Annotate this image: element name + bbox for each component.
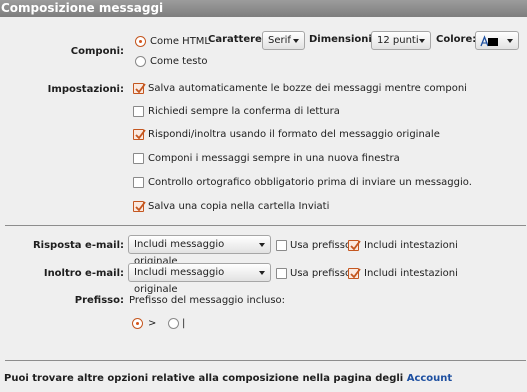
check-icon (135, 201, 146, 212)
footer-description: Puoi trovare altre opzioni relative alla… (4, 373, 404, 384)
account-link[interactable]: Account (407, 373, 452, 384)
reply-prefix-checkbox[interactable] (276, 240, 287, 251)
componi-label: Componi: (70, 46, 124, 57)
chevron-down-icon (259, 243, 265, 247)
divider (5, 360, 526, 361)
setting-label-read-receipt[interactable]: Richiedi sempre la conferma di lettura (148, 106, 340, 117)
prefix-description: Prefisso del messaggio incluso: (129, 295, 286, 306)
setting-checkbox-save-sent[interactable] (133, 201, 146, 212)
forward-prefix-checkbox[interactable] (276, 268, 287, 279)
size-select-value: 12 punti (377, 35, 419, 46)
prefix-radio-gt[interactable] (132, 318, 143, 329)
check-icon (350, 268, 361, 279)
prefix-radio-pipe[interactable] (168, 318, 179, 329)
reply-select[interactable]: Includi messaggio originale (128, 235, 271, 267)
forward-select-value: Includi messaggio originale (134, 267, 225, 295)
setting-label-save-sent[interactable]: Salva una copia nella cartella Inviati (148, 201, 329, 212)
prefix-label: Prefisso: (74, 295, 124, 306)
setting-checkbox-read-receipt[interactable] (133, 106, 144, 117)
font-select-value: Serif (268, 35, 291, 46)
size-select[interactable]: 12 punti (371, 31, 431, 50)
componi-radio-text[interactable] (135, 56, 146, 67)
setting-label-original-format[interactable]: Rispondi/inoltra usando il formato del m… (148, 129, 440, 140)
forward-headers-label[interactable]: Includi intestazioni (364, 268, 458, 279)
setting-checkbox-autosave[interactable] (133, 83, 146, 94)
color-label: Colore: (436, 34, 477, 45)
font-label: Carattere: (208, 34, 266, 45)
chevron-down-icon (419, 39, 425, 43)
check-icon (135, 129, 146, 140)
impostazioni-label: Impostazioni: (47, 84, 124, 95)
forward-label: Inoltro e-mail: (43, 268, 124, 279)
size-label: Dimensioni: (309, 34, 376, 45)
chevron-down-icon (259, 271, 265, 275)
check-icon (135, 83, 146, 94)
reply-headers-checkbox[interactable] (348, 240, 361, 251)
setting-checkbox-new-window[interactable] (133, 153, 144, 164)
setting-checkbox-original-format[interactable] (133, 129, 146, 140)
forward-headers-checkbox[interactable] (348, 268, 361, 279)
divider (5, 225, 526, 226)
page-title: Composizione messaggi (0, 0, 527, 17)
componi-option-text-label[interactable]: Come testo (150, 56, 208, 67)
chevron-down-icon (293, 39, 299, 43)
prefix-option-pipe-label[interactable]: | (182, 318, 185, 329)
forward-select[interactable]: Includi messaggio originale (128, 263, 271, 295)
componi-option-html-label[interactable]: Come HTML (150, 36, 210, 47)
check-icon (350, 240, 361, 251)
setting-checkbox-spellcheck[interactable] (133, 177, 144, 188)
chevron-down-icon (507, 39, 513, 43)
setting-label-autosave[interactable]: Salva automaticamente le bozze dei messa… (148, 83, 467, 94)
color-select[interactable] (475, 31, 519, 50)
footer-text: Puoi trovare altre opzioni relative alla… (4, 373, 452, 384)
setting-label-spellcheck[interactable]: Controllo ortografico obbligatorio prima… (148, 177, 472, 188)
componi-radio-html[interactable] (135, 36, 146, 47)
font-select[interactable]: Serif (262, 31, 305, 50)
reply-prefix-label[interactable]: Usa prefisso (290, 240, 351, 251)
forward-prefix-label[interactable]: Usa prefisso (290, 268, 351, 279)
text-color-icon (480, 35, 500, 53)
prefix-option-gt-label[interactable]: > (148, 318, 156, 329)
setting-label-new-window[interactable]: Componi i messaggi sempre in una nuova f… (148, 153, 400, 164)
reply-headers-label[interactable]: Includi intestazioni (364, 240, 458, 251)
reply-label: Risposta e-mail: (32, 240, 124, 251)
